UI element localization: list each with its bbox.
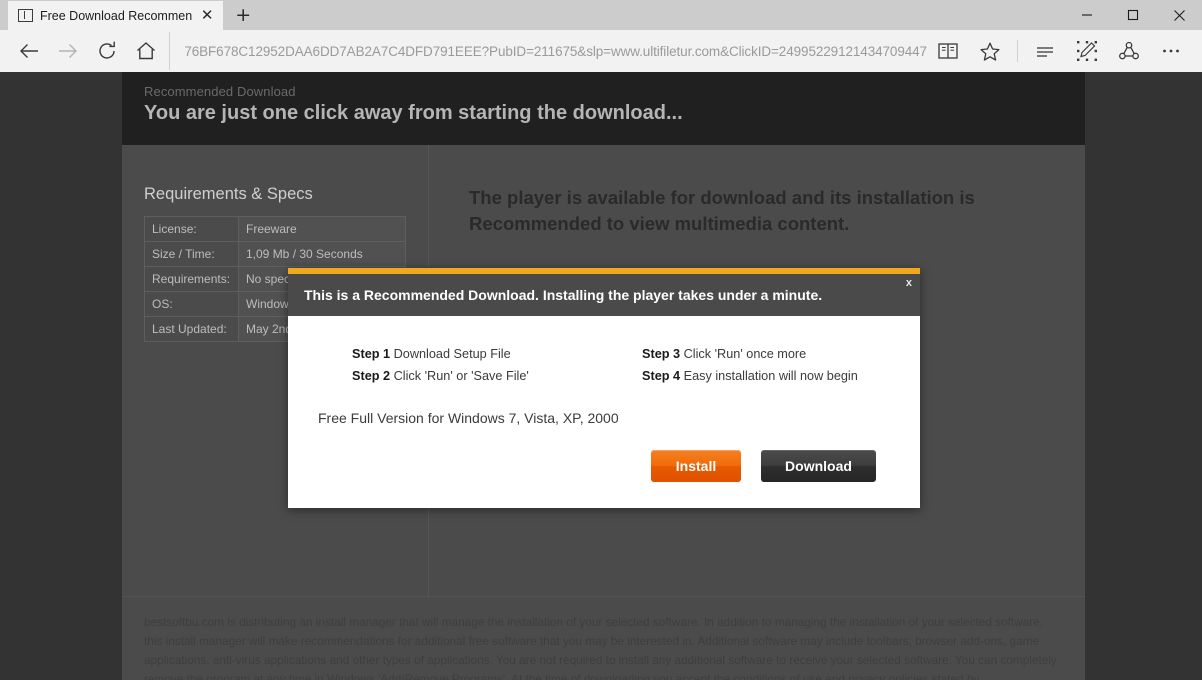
close-icon[interactable]: ✕ bbox=[199, 8, 215, 24]
maximize-button[interactable] bbox=[1110, 0, 1156, 30]
window-controls bbox=[1064, 0, 1202, 30]
browser-tab[interactable]: Free Download Recommen ✕ bbox=[8, 1, 224, 30]
list-item: Step 1 Download Setup File bbox=[352, 344, 604, 366]
close-icon[interactable]: x bbox=[906, 278, 912, 289]
steps-grid: Step 1 Download Setup File Step 2 Click … bbox=[318, 344, 890, 388]
step-text: Click 'Run' or 'Save File' bbox=[393, 368, 529, 383]
new-tab-button[interactable]: + bbox=[223, 1, 263, 30]
hero-kicker: Recommended Download bbox=[144, 84, 296, 99]
install-button[interactable]: Install bbox=[651, 449, 741, 482]
table-row: License: Freeware bbox=[144, 216, 406, 242]
step-label: Step 2 bbox=[352, 368, 391, 383]
minimize-button[interactable] bbox=[1064, 0, 1110, 30]
modal-subtitle: Free Full Version for Windows 7, Vista, … bbox=[318, 409, 619, 426]
back-arrow-icon[interactable] bbox=[10, 32, 49, 70]
download-modal: This is a Recommended Download. Installi… bbox=[288, 268, 920, 508]
modal-actions: Install Download bbox=[318, 449, 890, 482]
download-button[interactable]: Download bbox=[761, 449, 876, 482]
title-bar: Free Download Recommen ✕ + bbox=[0, 0, 1202, 30]
step-label: Step 1 bbox=[352, 347, 391, 361]
home-icon[interactable] bbox=[126, 32, 165, 70]
right-gutter bbox=[1085, 72, 1202, 680]
steps-column-right: Step 3 Click 'Run' once more Step 4 Easy… bbox=[604, 344, 890, 388]
left-gutter bbox=[0, 72, 122, 680]
web-note-icon[interactable] bbox=[1066, 32, 1108, 70]
step-label: Step 3 bbox=[642, 347, 681, 361]
step-text: Easy installation will now begin bbox=[683, 368, 858, 383]
table-row: Size / Time: 1,09 Mb / 30 Seconds bbox=[144, 241, 406, 267]
modal-body: Step 1 Download Setup File Step 2 Click … bbox=[288, 316, 920, 508]
toolbar-actions bbox=[927, 32, 1192, 70]
list-item: Step 4 Easy installation will now begin bbox=[642, 366, 890, 388]
more-icon[interactable] bbox=[1150, 32, 1192, 70]
step-text: Click 'Run' once more bbox=[683, 347, 807, 361]
toolbar-divider bbox=[1016, 40, 1018, 62]
browser-window: Free Download Recommen ✕ + 76BF678C12952… bbox=[0, 0, 1202, 680]
page-title: You are just one click away from startin… bbox=[144, 102, 683, 124]
modal-header: This is a Recommended Download. Installi… bbox=[288, 274, 920, 316]
window-icon bbox=[18, 9, 33, 22]
forward-arrow-icon[interactable] bbox=[49, 32, 88, 70]
close-window-button[interactable] bbox=[1156, 0, 1202, 30]
share-icon[interactable] bbox=[1108, 32, 1150, 70]
list-item: Step 3 Click 'Run' once more bbox=[642, 344, 890, 366]
specs-heading: Requirements & Specs bbox=[144, 185, 313, 203]
address-bar[interactable]: 76BF678C12952DAA6DD7AB2A7C4DFD791EEE?Pub… bbox=[169, 32, 927, 70]
url-text: 76BF678C12952DAA6DD7AB2A7C4DFD791EEE?Pub… bbox=[184, 43, 927, 59]
page-viewport: Recommended Download You are just one cl… bbox=[0, 72, 1202, 680]
hero-banner: Recommended Download You are just one cl… bbox=[122, 72, 1085, 145]
modal-title: This is a Recommended Download. Installi… bbox=[304, 287, 823, 303]
spec-key: OS: bbox=[144, 291, 239, 317]
tab-title: Free Download Recommen bbox=[40, 8, 193, 23]
tab-strip: Free Download Recommen ✕ + bbox=[0, 0, 263, 30]
spec-value: 1,09 Mb / 30 Seconds bbox=[238, 241, 406, 267]
steps-column-left: Step 1 Download Setup File Step 2 Click … bbox=[318, 344, 604, 388]
navigation-toolbar: 76BF678C12952DAA6DD7AB2A7C4DFD791EEE?Pub… bbox=[0, 30, 1202, 72]
spec-key: Last Updated: bbox=[144, 316, 239, 342]
spec-key: License: bbox=[144, 216, 239, 242]
refresh-arrow-icon[interactable] bbox=[88, 32, 127, 70]
spec-key: Requirements: bbox=[144, 266, 239, 292]
spec-key: Size / Time: bbox=[144, 241, 239, 267]
favorites-star-icon[interactable] bbox=[969, 32, 1011, 70]
spec-value: Freeware bbox=[238, 216, 406, 242]
reading-view-icon[interactable] bbox=[927, 32, 969, 70]
disclaimer-text: bestsoftbu.com is distributing an instal… bbox=[122, 597, 1085, 680]
step-label: Step 4 bbox=[642, 368, 681, 383]
list-item: Step 2 Click 'Run' or 'Save File' bbox=[352, 366, 604, 388]
hub-icon[interactable] bbox=[1024, 32, 1066, 70]
step-text: Download Setup File bbox=[393, 347, 511, 361]
lead-text: The player is available for download and… bbox=[469, 187, 975, 235]
